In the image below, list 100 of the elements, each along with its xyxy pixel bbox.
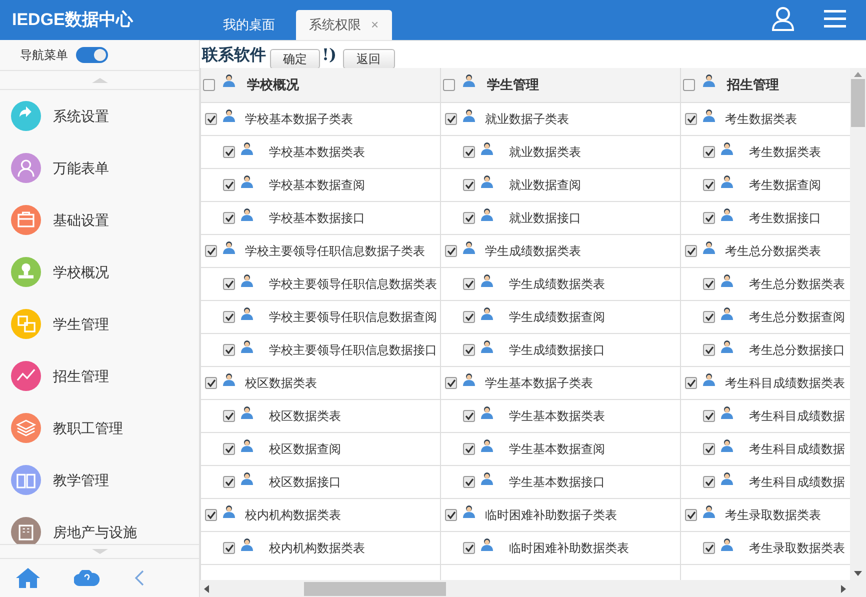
person-icon	[223, 373, 235, 386]
vertical-scrollbar[interactable]	[850, 68, 866, 580]
person-icon	[721, 208, 733, 221]
person-icon	[721, 142, 733, 155]
back-button[interactable]: 返回	[342, 48, 395, 68]
person-icon	[223, 74, 235, 87]
checkbox[interactable]	[223, 542, 235, 554]
permission-label: 临时困难补助数据类表	[509, 540, 629, 557]
checkbox[interactable]	[223, 443, 235, 455]
person-icon	[241, 274, 253, 287]
person-icon	[721, 439, 733, 452]
checkbox[interactable]	[223, 146, 235, 158]
sidebar-item[interactable]: 基础设置	[53, 210, 109, 230]
checkbox[interactable]	[223, 476, 235, 488]
tab[interactable]: 我的桌面	[210, 10, 288, 40]
person-icon	[481, 208, 493, 221]
person-icon	[481, 274, 493, 287]
app-title: IEDGE数据中心	[11, 9, 134, 32]
checkbox[interactable]	[703, 311, 715, 323]
checkbox[interactable]	[703, 410, 715, 422]
checkbox[interactable]	[463, 476, 475, 488]
checkbox[interactable]	[463, 344, 475, 356]
person-icon	[241, 208, 253, 221]
checkbox[interactable]	[685, 245, 697, 257]
permission-label: 考生数据接口	[749, 210, 821, 227]
checkbox[interactable]	[463, 542, 475, 554]
checkbox[interactable]	[685, 509, 697, 521]
permission-label: 校内机构数据类表	[245, 507, 341, 524]
checkbox[interactable]	[205, 377, 217, 389]
checkbox[interactable]	[703, 344, 715, 356]
scrollbar-thumb[interactable]	[851, 79, 865, 127]
checkbox[interactable]	[205, 113, 217, 125]
permission-label: 考生总分数据查阅	[749, 309, 845, 326]
checkbox[interactable]	[683, 79, 695, 91]
person-icon	[241, 406, 253, 419]
sidebar-item[interactable]: 万能表单	[53, 158, 109, 178]
user-icon[interactable]	[772, 7, 794, 31]
checkbox[interactable]	[223, 311, 235, 323]
checkbox[interactable]	[703, 443, 715, 455]
checkbox[interactable]	[463, 443, 475, 455]
scrollbar-thumb[interactable]	[304, 582, 446, 596]
permission-label: 学生成绩数据类表	[509, 276, 605, 293]
sidebar-item[interactable]: 招生管理	[53, 366, 109, 386]
checkbox[interactable]	[685, 113, 697, 125]
person-icon	[463, 109, 475, 122]
checkbox[interactable]	[445, 245, 457, 257]
person-icon	[703, 373, 715, 386]
checkbox[interactable]	[703, 542, 715, 554]
checkbox[interactable]	[463, 410, 475, 422]
checkbox[interactable]	[703, 476, 715, 488]
permission-label: 学校主要领导任职信息数据子类表	[245, 243, 425, 260]
home-icon[interactable]	[16, 568, 40, 588]
checkbox[interactable]	[203, 79, 215, 91]
confirm-button[interactable]: 确定	[270, 48, 320, 68]
checkbox[interactable]	[445, 377, 457, 389]
person-icon	[721, 538, 733, 551]
checkbox[interactable]	[703, 179, 715, 191]
checkbox[interactable]	[223, 410, 235, 422]
checkbox[interactable]	[703, 278, 715, 290]
checkbox[interactable]	[445, 113, 457, 125]
checkbox[interactable]	[205, 245, 217, 257]
checkbox[interactable]	[463, 179, 475, 191]
scroll-down-icon[interactable]	[854, 571, 862, 576]
checkbox[interactable]	[463, 278, 475, 290]
horizontal-scrollbar[interactable]	[200, 580, 866, 597]
checkbox[interactable]	[205, 509, 217, 521]
permission-label: 学校主要领导任职信息数据查阅	[269, 309, 437, 326]
sidebar-item[interactable]: 学校概况	[53, 262, 109, 282]
person-icon	[721, 307, 733, 320]
cloud-help-icon[interactable]	[74, 570, 100, 586]
toggle-switch[interactable]	[76, 47, 108, 63]
sidebar-item[interactable]: 教学管理	[53, 470, 109, 490]
person-icon	[481, 142, 493, 155]
checkbox[interactable]	[223, 212, 235, 224]
permission-label: 学生成绩数据查阅	[509, 309, 605, 326]
checkbox[interactable]	[223, 179, 235, 191]
menu-icon[interactable]	[824, 10, 846, 28]
checkbox[interactable]	[445, 509, 457, 521]
checkbox[interactable]	[223, 344, 235, 356]
nav-toggle-label: 导航菜单	[20, 47, 68, 64]
scroll-left-icon[interactable]	[204, 584, 209, 592]
person-icon	[463, 241, 475, 254]
checkbox[interactable]	[463, 212, 475, 224]
checkbox[interactable]	[463, 311, 475, 323]
checkbox[interactable]	[443, 79, 455, 91]
checkbox[interactable]	[223, 278, 235, 290]
sidebar-item[interactable]: 教职工管理	[53, 418, 123, 438]
checkbox[interactable]	[703, 212, 715, 224]
person-icon	[481, 439, 493, 452]
tab[interactable]: 系统权限 ×	[296, 10, 392, 40]
person-icon	[721, 175, 733, 188]
permission-label: 就业数据类表	[509, 144, 581, 161]
sidebar-item[interactable]: 系统设置	[53, 106, 109, 126]
checkbox[interactable]	[463, 146, 475, 158]
scroll-right-icon[interactable]	[841, 584, 846, 592]
sidebar-item[interactable]: 学生管理	[53, 314, 109, 334]
checkbox[interactable]	[703, 146, 715, 158]
sidebar-item[interactable]: 房地产与设施	[53, 522, 137, 542]
checkbox[interactable]	[685, 377, 697, 389]
person-icon	[721, 274, 733, 287]
